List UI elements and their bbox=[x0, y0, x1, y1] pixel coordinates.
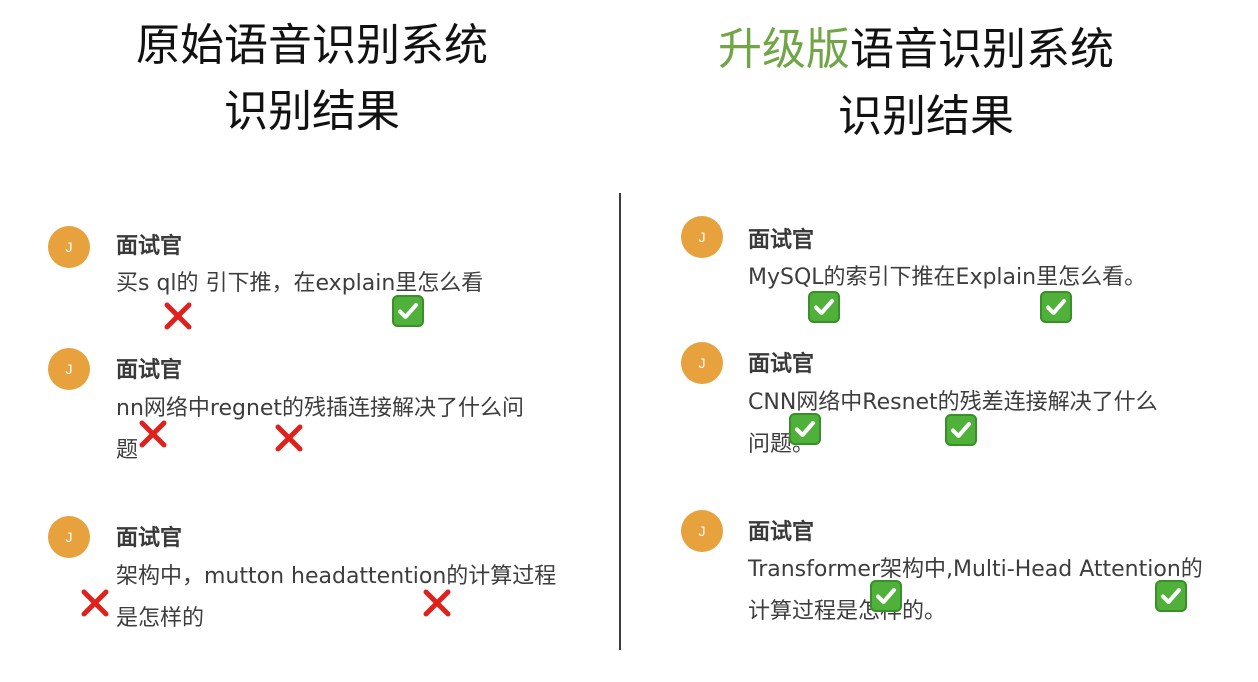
panel-divider bbox=[619, 193, 621, 650]
avatar: J bbox=[681, 216, 723, 258]
message-text: 买s ql的 引下推，在explain里怎么看 bbox=[116, 271, 484, 296]
speaker-name: 面试官 bbox=[748, 228, 815, 253]
right-title-line2: 识别结果 bbox=[838, 91, 1014, 142]
red-cross-icon bbox=[273, 422, 305, 454]
avatar: J bbox=[48, 226, 90, 268]
red-cross-icon bbox=[137, 418, 169, 450]
green-check-icon bbox=[870, 580, 902, 612]
green-check-icon bbox=[392, 295, 424, 327]
right-title-accent: 升级版 bbox=[718, 24, 850, 75]
message-text: Transformer架构中,Multi-Head Attention的 计算过… bbox=[748, 557, 1203, 624]
red-cross-icon bbox=[79, 587, 111, 619]
green-check-icon bbox=[789, 413, 821, 445]
green-check-icon bbox=[1155, 580, 1187, 612]
speaker-name: 面试官 bbox=[116, 234, 183, 259]
speaker-name: 面试官 bbox=[748, 352, 815, 377]
left-title-line2: 识别结果 bbox=[224, 86, 400, 137]
green-check-icon bbox=[945, 414, 977, 446]
speaker-name: 面试官 bbox=[116, 526, 183, 551]
avatar: J bbox=[48, 516, 90, 558]
green-check-icon bbox=[1040, 291, 1072, 323]
message-text: nn网络中regnet的残插连接解决了什么问 题 bbox=[116, 396, 525, 463]
avatar: J bbox=[48, 348, 90, 390]
right-title-line1: 升级版语音识别系统 bbox=[718, 22, 1114, 78]
avatar: J bbox=[681, 510, 723, 552]
right-title-rest: 语音识别系统 bbox=[850, 24, 1114, 75]
speaker-name: 面试官 bbox=[116, 358, 183, 383]
red-cross-icon bbox=[421, 587, 453, 619]
red-cross-icon bbox=[162, 300, 194, 332]
message-text: 架构中，mutton headattention的计算过程 是怎样的 bbox=[116, 564, 557, 631]
green-check-icon bbox=[808, 291, 840, 323]
left-title-line1: 原始语音识别系统 bbox=[136, 20, 488, 71]
avatar: J bbox=[681, 342, 723, 384]
speaker-name: 面试官 bbox=[748, 520, 815, 545]
